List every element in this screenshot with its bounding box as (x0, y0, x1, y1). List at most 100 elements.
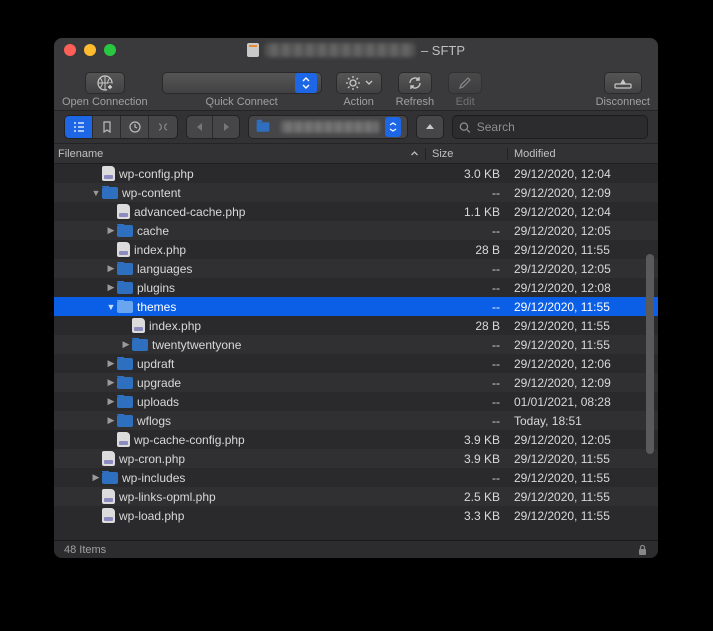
file-name-label: upgrade (137, 376, 181, 390)
column-headers: Filename Size Modified (54, 144, 658, 164)
table-row[interactable]: ▶ upgrade --29/12/2020, 12:09 (54, 373, 658, 392)
file-modified: 29/12/2020, 12:09 (508, 376, 658, 390)
file-name-label: languages (137, 262, 192, 276)
table-row[interactable]: wp-cron.php3.9 KB29/12/2020, 11:55 (54, 449, 658, 468)
file-modified: 29/12/2020, 11:55 (508, 338, 658, 352)
history-view-button[interactable] (121, 116, 149, 138)
table-row[interactable]: ▶twentytwentyone--29/12/2020, 11:55 (54, 335, 658, 354)
table-row[interactable]: index.php28 B29/12/2020, 11:55 (54, 316, 658, 335)
disclosure-closed-icon[interactable]: ▶ (90, 472, 102, 483)
scrollbar-thumb[interactable] (646, 254, 654, 454)
file-modified: 29/12/2020, 11:55 (508, 471, 658, 485)
table-row[interactable]: ▶languages--29/12/2020, 12:05 (54, 259, 658, 278)
table-row[interactable]: ▶cache--29/12/2020, 12:05 (54, 221, 658, 240)
disclosure-closed-icon[interactable]: ▶ (105, 358, 117, 369)
table-row[interactable]: wp-cache-config.php3.9 KB29/12/2020, 12:… (54, 430, 658, 449)
zoom-window-button[interactable] (104, 44, 116, 56)
filename-column-header[interactable]: Filename (58, 148, 426, 160)
quick-connect-dropdown-icon[interactable] (295, 73, 317, 93)
table-row[interactable]: ▶ wp-includes --29/12/2020, 11:55 (54, 468, 658, 487)
file-listing[interactable]: wp-config.php 3.0 KB 29/12/2020, 12:04 ▼ wp-… (54, 164, 658, 540)
file-size: -- (426, 414, 508, 428)
search-icon (459, 121, 471, 134)
file-name-label: advanced-cache.php (134, 205, 245, 219)
disclosure-closed-icon[interactable]: ▶ (120, 339, 132, 350)
file-modified: 29/12/2020, 11:55 (508, 243, 658, 257)
search-input[interactable] (477, 120, 641, 134)
file-name-label: wp-load.php (119, 509, 184, 523)
minimize-window-button[interactable] (84, 44, 96, 56)
file-size: -- (426, 471, 508, 485)
file-modified: 29/12/2020, 12:04 (508, 205, 658, 219)
path-combo[interactable] (248, 115, 408, 139)
scrollbar-track[interactable] (643, 164, 657, 540)
disclosure-closed-icon[interactable]: ▶ (105, 282, 117, 293)
file-size: -- (426, 376, 508, 390)
bookmark-view-button[interactable] (93, 116, 121, 138)
item-count: 48 Items (64, 544, 106, 556)
refresh-button[interactable] (398, 72, 432, 94)
search-field[interactable] (452, 115, 648, 139)
forward-button[interactable] (213, 116, 239, 138)
disclosure-closed-icon[interactable]: ▶ (105, 415, 117, 426)
go-up-button[interactable] (416, 115, 444, 139)
disclosure-open-icon[interactable]: ▼ (105, 302, 117, 312)
file-name-label: wp-includes (122, 471, 185, 485)
file-name-label: wp-cron.php (119, 452, 185, 466)
back-button[interactable] (187, 116, 213, 138)
edit-button[interactable] (448, 72, 482, 94)
open-connection-button[interactable] (85, 72, 125, 94)
modified-column-header[interactable]: Modified (508, 148, 658, 160)
traffic-lights (64, 44, 116, 56)
window-title-suffix: – SFTP (421, 43, 465, 58)
title-redacted (265, 43, 415, 57)
action-button[interactable] (336, 72, 382, 94)
table-row[interactable]: wp-load.php3.3 KB29/12/2020, 11:55 (54, 506, 658, 525)
table-row[interactable]: wp-links-opml.php2.5 KB29/12/2020, 11:55 (54, 487, 658, 506)
table-row[interactable]: ▶wflogs--Today, 18:51 (54, 411, 658, 430)
outline-view-button[interactable] (65, 116, 93, 138)
table-row[interactable]: ▶uploads--01/01/2021, 08:28 (54, 392, 658, 411)
table-row[interactable]: index.php28 B29/12/2020, 11:55 (54, 240, 658, 259)
file-name-label: twentytwentyone (152, 338, 241, 352)
php-file-icon (117, 242, 130, 257)
file-name-label: wp-config.php (119, 167, 194, 181)
file-modified: 29/12/2020, 12:05 (508, 433, 658, 447)
file-size: 3.9 KB (426, 452, 508, 466)
file-name-label: wp-content (122, 186, 181, 200)
file-name-label: themes (137, 300, 176, 314)
folder-icon (117, 415, 133, 427)
table-row[interactable]: ▼themes--29/12/2020, 11:55 (54, 297, 658, 316)
app-window: – SFTP Open Connection Quick Connect Act… (54, 38, 658, 558)
bonjour-view-button[interactable] (149, 116, 177, 138)
file-modified: 29/12/2020, 12:06 (508, 357, 658, 371)
path-dropdown-icon[interactable] (385, 117, 401, 137)
folder-icon (102, 472, 118, 484)
size-column-header[interactable]: Size (426, 148, 508, 160)
file-modified: 29/12/2020, 11:55 (508, 300, 658, 314)
disclosure-closed-icon[interactable]: ▶ (105, 225, 117, 236)
file-name-label: plugins (137, 281, 175, 295)
disclosure-closed-icon[interactable]: ▶ (105, 263, 117, 274)
disclosure-closed-icon[interactable]: ▶ (105, 396, 117, 407)
disconnect-button[interactable] (604, 72, 642, 94)
table-row[interactable]: ▼ wp-content --29/12/2020, 12:09 (54, 183, 658, 202)
table-row[interactable]: wp-config.php3.0 KB29/12/2020, 12:04 (54, 164, 658, 183)
table-row[interactable]: ▶updraft--29/12/2020, 12:06 (54, 354, 658, 373)
file-size: -- (426, 186, 508, 200)
document-icon (247, 43, 259, 57)
quick-connect-combo[interactable] (162, 72, 322, 94)
file-modified: 29/12/2020, 12:05 (508, 224, 658, 238)
file-size: -- (426, 262, 508, 276)
table-row[interactable]: ▶plugins--29/12/2020, 12:08 (54, 278, 658, 297)
disclosure-open-icon[interactable]: ▼ (90, 188, 102, 198)
disclosure-closed-icon[interactable]: ▶ (105, 377, 117, 388)
table-row[interactable]: advanced-cache.php1.1 KB29/12/2020, 12:0… (54, 202, 658, 221)
file-modified: 29/12/2020, 12:09 (508, 186, 658, 200)
folder-icon (117, 225, 133, 237)
php-file-icon (102, 489, 115, 504)
nav-seg (186, 115, 240, 139)
folder-icon (257, 122, 270, 132)
close-window-button[interactable] (64, 44, 76, 56)
file-size: 3.0 KB (426, 167, 508, 181)
